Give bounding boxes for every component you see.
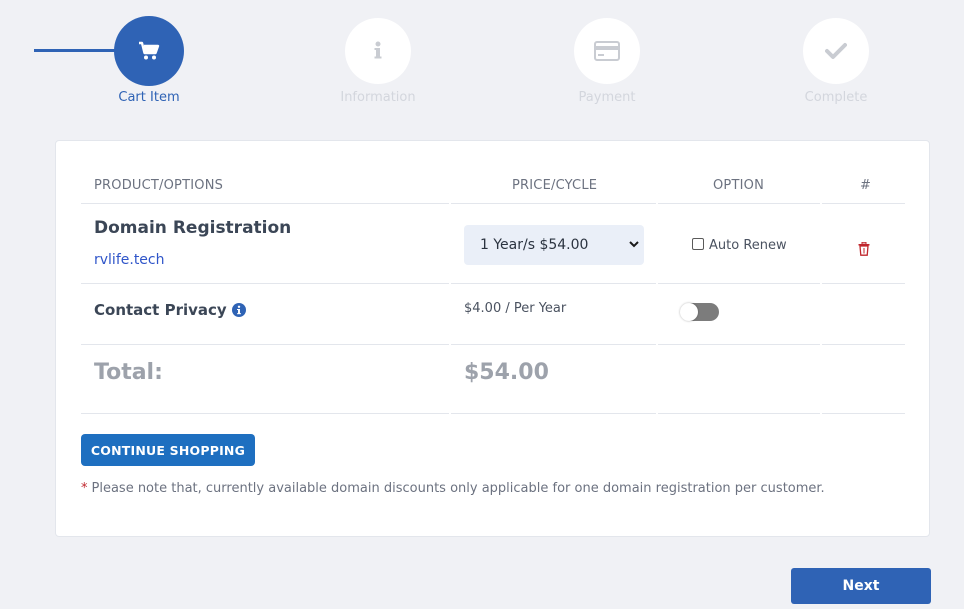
total-value: $54.00 (464, 360, 549, 385)
header-option: OPTION (713, 178, 765, 193)
info-icon (374, 41, 382, 59)
step-complete[interactable]: Complete (766, 18, 906, 105)
step-label: Payment (578, 90, 636, 105)
step-payment[interactable]: Payment (537, 18, 677, 105)
step-payment-circle (574, 18, 640, 84)
auto-renew-option[interactable]: Auto Renew (692, 238, 787, 253)
step-label: Cart Item (118, 90, 180, 105)
header-product: PRODUCT/OPTIONS (94, 178, 224, 193)
row-divider (81, 413, 905, 414)
product-title: Domain Registration (94, 218, 292, 238)
col-divider (449, 171, 451, 415)
next-button[interactable]: Next (791, 568, 931, 604)
row-divider (81, 344, 905, 345)
step-complete-circle (803, 18, 869, 84)
auto-renew-label: Auto Renew (709, 238, 787, 253)
chevron-down-icon (629, 241, 639, 248)
row-divider (81, 203, 905, 204)
col-divider (820, 171, 822, 415)
contact-privacy-price: $4.00 / Per Year (464, 301, 567, 316)
credit-card-icon (594, 41, 620, 61)
step-cart-circle (114, 16, 184, 86)
step-label: Information (340, 90, 416, 105)
contact-privacy-title: Contact Privacy (94, 301, 227, 319)
auto-renew-checkbox[interactable] (692, 238, 704, 250)
cart-icon (139, 41, 160, 60)
required-marker: * (81, 481, 88, 496)
step-information[interactable]: Information (308, 18, 448, 105)
header-actions: # (860, 178, 872, 193)
col-divider (656, 171, 658, 415)
total-label: Total: (94, 360, 163, 385)
cart-card: PRODUCT/OPTIONS PRICE/CYCLE OPTION # Dom… (55, 140, 930, 537)
trash-icon[interactable] (858, 242, 870, 256)
step-label: Complete (804, 90, 868, 105)
billing-cycle-value: 1 Year/s $54.00 (480, 237, 589, 253)
billing-cycle-select[interactable]: 1 Year/s $54.00 (464, 225, 644, 265)
continue-shopping-button[interactable]: CONTINUE SHOPPING (81, 434, 255, 466)
step-information-circle (345, 18, 411, 84)
contact-privacy-label: Contact Privacy (94, 301, 246, 319)
row-divider (81, 283, 905, 284)
contact-privacy-toggle[interactable] (680, 303, 719, 321)
header-price: PRICE/CYCLE (512, 178, 598, 193)
checkout-stepper: Cart Item Information Payment Complete (0, 0, 964, 120)
domain-link[interactable]: rvlife.tech (94, 252, 165, 268)
check-icon (825, 43, 847, 59)
info-circle-icon[interactable] (231, 303, 246, 317)
step-cart-item[interactable]: Cart Item (79, 16, 219, 105)
discount-note: * Please note that, currently available d… (81, 481, 825, 496)
toggle-knob (680, 303, 698, 321)
discount-note-text: Please note that, currently available do… (91, 481, 825, 496)
